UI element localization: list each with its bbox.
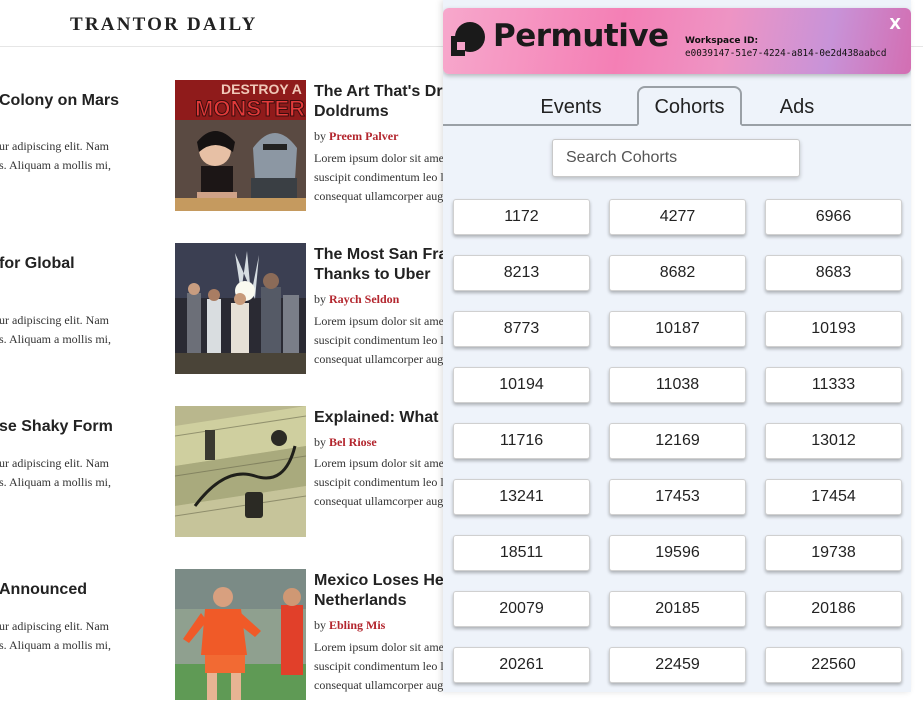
cohort-button[interactable]: 13241: [453, 479, 590, 515]
article-row: for Global ur adipiscing elit. Nam s. Ali…: [0, 243, 443, 395]
cohort-button[interactable]: 11716: [453, 423, 590, 459]
cohort-button[interactable]: 8682: [609, 255, 746, 291]
cohort-button[interactable]: 1172: [453, 199, 590, 235]
cohort-button[interactable]: 8213: [453, 255, 590, 291]
cohort-button[interactable]: 20261: [453, 647, 590, 683]
cohort-button[interactable]: 10194: [453, 367, 590, 403]
byline: by Ebling Mis: [314, 618, 386, 632]
permutive-logo-icon: [451, 22, 485, 61]
article-row: Colony on Mars ur adipiscing elit. Nam s.…: [0, 80, 443, 232]
article-title[interactable]: The Art That's Dr Doldrums: [314, 82, 443, 122]
article-row: se Shaky Form ur adipiscing elit. Nam s. …: [0, 406, 443, 558]
article-title[interactable]: Mexico Loses He Netherlands: [314, 571, 443, 611]
article-row: Announced ur adipiscing elit. Nam s. Aliq…: [0, 569, 443, 721]
permutive-panel: Permutive Workspace ID: e0039147-51e7-42…: [443, 0, 911, 692]
cohort-button[interactable]: 20186: [765, 591, 902, 627]
article-title[interactable]: se Shaky Form: [0, 418, 113, 436]
tab-bar: Events Cohorts Ads: [443, 86, 911, 126]
thumbnail-text: MONSTER: [195, 96, 305, 121]
cohort-button[interactable]: 17453: [609, 479, 746, 515]
article-excerpt: ur adipiscing elit. Nam s. Aliquam a moll…: [0, 619, 112, 652]
article-excerpt: Lorem ipsum dolor sit amet suscipit condi…: [314, 314, 443, 366]
cohort-button[interactable]: 19596: [609, 535, 746, 571]
article-title[interactable]: Colony on Mars: [0, 92, 119, 110]
article-excerpt: Lorem ipsum dolor sit amet suscipit condi…: [314, 456, 443, 508]
article-thumbnail[interactable]: [175, 243, 306, 374]
tab-events[interactable]: Events: [521, 88, 621, 124]
tab-cohorts[interactable]: Cohorts: [637, 86, 742, 126]
article-excerpt: Lorem ipsum dolor sit amet suscipit condi…: [314, 151, 443, 203]
panel-header: Permutive Workspace ID: e0039147-51e7-42…: [443, 8, 911, 74]
cohort-button[interactable]: 10193: [765, 311, 902, 347]
article-thumbnail[interactable]: [175, 406, 306, 537]
byline: by Preem Palver: [314, 129, 399, 143]
article-thumbnail[interactable]: [175, 569, 306, 700]
tab-ads[interactable]: Ads: [749, 88, 845, 124]
author-link[interactable]: Ebling Mis: [329, 618, 385, 632]
article-title[interactable]: Announced: [0, 581, 87, 599]
site-title[interactable]: TRANTOR DAILY: [70, 14, 258, 36]
cohort-button[interactable]: 18511: [453, 535, 590, 571]
article-excerpt: ur adipiscing elit. Nam s. Aliquam a moll…: [0, 456, 112, 489]
cohort-button[interactable]: 6966: [765, 199, 902, 235]
workspace-id: e0039147-51e7-4224-a814-0e2d438aabcd: [685, 48, 887, 59]
cohort-button[interactable]: 20185: [609, 591, 746, 627]
byline: by Raych Seldon: [314, 292, 400, 306]
brand-name: Permutive: [493, 18, 669, 54]
cohort-button[interactable]: 8773: [453, 311, 590, 347]
cohort-button[interactable]: 11333: [765, 367, 902, 403]
cohort-button[interactable]: 8683: [765, 255, 902, 291]
cohort-button[interactable]: 4277: [609, 199, 746, 235]
close-button[interactable]: X: [889, 15, 901, 33]
article-title[interactable]: for Global: [0, 255, 75, 273]
cohort-button[interactable]: 20079: [453, 591, 590, 627]
cohort-button[interactable]: 19738: [765, 535, 902, 571]
article-title[interactable]: The Most San Fra Thanks to Uber: [314, 245, 443, 285]
cohort-button[interactable]: 12169: [609, 423, 746, 459]
article-excerpt: ur adipiscing elit. Nam s. Aliquam a moll…: [0, 139, 112, 172]
article-excerpt: Lorem ipsum dolor sit amet suscipit condi…: [314, 640, 443, 692]
cohort-button[interactable]: 17454: [765, 479, 902, 515]
article-title[interactable]: Explained: What: [314, 408, 443, 428]
workspace-label: Workspace ID:: [685, 36, 759, 46]
search-cohorts-input[interactable]: [552, 139, 800, 177]
author-link[interactable]: Bel Riose: [329, 435, 377, 449]
author-link[interactable]: Raych Seldon: [329, 292, 399, 306]
cohort-button[interactable]: 13012: [765, 423, 902, 459]
article-thumbnail[interactable]: DESTROY A MONSTER: [175, 80, 306, 211]
thumbnail-text: DESTROY A: [221, 81, 302, 97]
byline: by Bel Riose: [314, 435, 377, 449]
cohort-button[interactable]: 10187: [609, 311, 746, 347]
author-link[interactable]: Preem Palver: [329, 129, 398, 143]
cohort-button[interactable]: 22459: [609, 647, 746, 683]
cohort-button[interactable]: 22560: [765, 647, 902, 683]
article-excerpt: ur adipiscing elit. Nam s. Aliquam a moll…: [0, 313, 112, 346]
cohort-button[interactable]: 11038: [609, 367, 746, 403]
